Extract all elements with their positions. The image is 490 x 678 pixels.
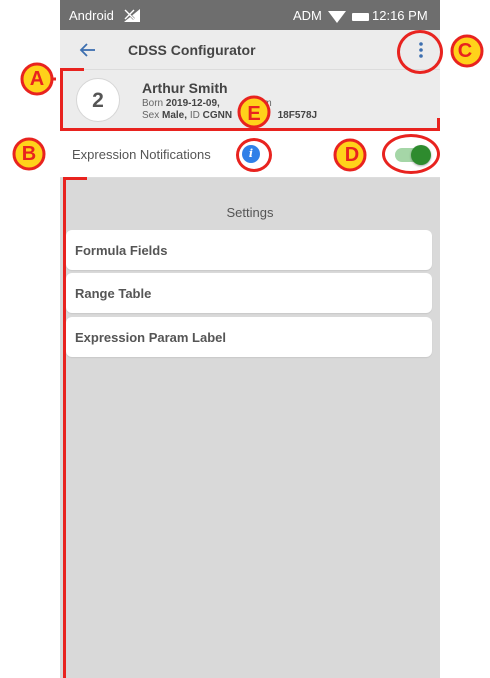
settings-item-range-table[interactable]: Range Table bbox=[66, 273, 432, 313]
id-label: ID bbox=[189, 110, 200, 121]
bracket-a-top bbox=[60, 68, 84, 71]
callout-badge-b: B bbox=[10, 135, 48, 173]
callout-label-b: B bbox=[21, 143, 37, 165]
screenshot-stage: Android ADM 12:16 PM CDSS Configurator 2… bbox=[0, 0, 490, 678]
wifi-icon bbox=[328, 11, 346, 23]
callout-label-c: C bbox=[457, 40, 473, 62]
status-bar: Android ADM 12:16 PM bbox=[60, 0, 440, 30]
operator-label: ADM bbox=[293, 8, 322, 23]
carrier-label: Android bbox=[69, 8, 114, 23]
settings-header: Settings bbox=[226, 205, 274, 220]
id-value-end: 18F578J bbox=[277, 110, 318, 121]
callout-label-e: E bbox=[247, 103, 261, 125]
born-value: 2019-12-09, bbox=[165, 98, 220, 109]
clock: 12:16 PM bbox=[372, 8, 428, 23]
callout-badge-a: A bbox=[18, 60, 56, 98]
app-bar: CDSS Configurator bbox=[60, 30, 440, 70]
settings-panel: Settings Formula Fields Range Table Expr… bbox=[60, 179, 440, 678]
bracket-a-right bbox=[437, 118, 440, 131]
bracket-settings-top bbox=[63, 177, 87, 180]
arrow-left-icon[interactable] bbox=[78, 40, 98, 60]
bracket-a-vertical bbox=[60, 68, 63, 131]
callout-badge-d: D bbox=[333, 136, 371, 174]
callout-ring-e bbox=[236, 138, 272, 172]
settings-item-expression-param-label[interactable]: Expression Param Label bbox=[66, 317, 432, 357]
id-value-start: CGNN bbox=[202, 110, 233, 121]
no-signal-icon bbox=[124, 9, 140, 22]
expression-notifications-label: Expression Notifications bbox=[72, 147, 211, 162]
page-title: CDSS Configurator bbox=[128, 42, 256, 58]
callout-ring-c bbox=[397, 30, 443, 74]
sex-value: Male, bbox=[162, 110, 188, 121]
patient-name: Arthur Smith bbox=[142, 80, 228, 96]
callout-badge-e: E bbox=[235, 95, 273, 133]
bracket-settings-vertical bbox=[63, 177, 66, 678]
callout-ring-d bbox=[382, 134, 440, 174]
callout-label-d: D bbox=[344, 144, 360, 166]
sex-label: Sex bbox=[142, 110, 160, 121]
bed-number-badge: 2 bbox=[76, 78, 120, 122]
settings-item-formula-fields[interactable]: Formula Fields bbox=[66, 230, 432, 270]
patient-id-line: Sex Male, ID CGNN 18F578J bbox=[142, 110, 317, 121]
callout-label-a: A bbox=[29, 68, 45, 90]
battery-icon bbox=[352, 13, 369, 21]
born-label: Born bbox=[142, 98, 164, 109]
callout-badge-c: C bbox=[446, 32, 484, 70]
